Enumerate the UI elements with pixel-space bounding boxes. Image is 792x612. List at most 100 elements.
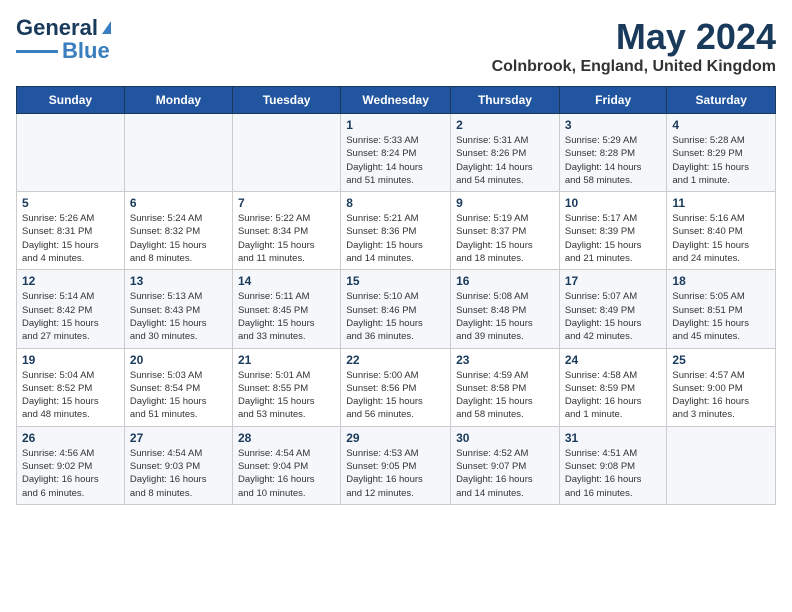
calendar-cell-w4-d3: 21Sunrise: 5:01 AM Sunset: 8:55 PM Dayli… — [232, 348, 340, 426]
day-info-27: Sunrise: 4:54 AM Sunset: 9:03 PM Dayligh… — [130, 447, 227, 500]
calendar-cell-w2-d4: 8 Sunrise: 5:21 AM Sunset: 8:36 PM Daylig… — [341, 192, 451, 270]
calendar-cell-w3-d4: 15 Sunrise: 5:10 AM Sunset: 8:46 PM Dayli… — [341, 270, 451, 348]
calendar-cell-w1-d7: 4Sunrise: 5:28 AM Sunset: 8:29 PM Daylig… — [667, 114, 776, 192]
day-info-16: Sunrise: 5:08 AM Sunset: 8:48 PM Dayligh… — [456, 290, 554, 343]
day-number-22: 22 — [346, 353, 445, 367]
calendar-cell-w4-d2: 20 Sunrise: 5:03 AM Sunset: 8:54 PM Dayli… — [124, 348, 232, 426]
calendar-cell-w4-d7: 25Sunrise: 4:57 AM Sunset: 9:00 PM Dayli… — [667, 348, 776, 426]
day-number-19: 19 — [22, 353, 119, 367]
calendar-table: Sunday Monday Tuesday Wednesday Thursday… — [16, 86, 776, 505]
day-info-12: Sunrise: 5:14 AM Sunset: 8:42 PM Dayligh… — [22, 290, 119, 343]
day-number-9: 9 — [456, 196, 554, 210]
calendar-cell-w5-d5: 30 Sunrise: 4:52 AM Sunset: 9:07 PM Dayli… — [451, 426, 560, 504]
day-info-8: Sunrise: 5:21 AM Sunset: 8:36 PM Dayligh… — [346, 212, 445, 265]
day-number-24: 24 — [565, 353, 662, 367]
day-number-20: 20 — [130, 353, 227, 367]
title-area: May 2024 Colnbrook, England, United King… — [492, 16, 776, 76]
day-number-31: 31 — [565, 431, 662, 445]
calendar-cell-w4-d5: 23 Sunrise: 4:59 AM Sunset: 8:58 PM Dayli… — [451, 348, 560, 426]
header-area: General Blue May 2024 Colnbrook, England… — [16, 16, 776, 76]
calendar-cell-w5-d1: 26Sunrise: 4:56 AM Sunset: 9:02 PM Dayli… — [17, 426, 125, 504]
week-row-2: 5 Sunrise: 5:26 AM Sunset: 8:31 PM Daylig… — [17, 192, 776, 270]
calendar-cell-w1-d5: 2 Sunrise: 5:31 AM Sunset: 8:26 PM Daylig… — [451, 114, 560, 192]
day-number-11: 11 — [672, 196, 770, 210]
calendar-cell-w4-d1: 19 Sunrise: 5:04 AM Sunset: 8:52 PM Dayli… — [17, 348, 125, 426]
calendar-cell-w4-d4: 22 Sunrise: 5:00 AM Sunset: 8:56 PM Dayli… — [341, 348, 451, 426]
day-info-22: Sunrise: 5:00 AM Sunset: 8:56 PM Dayligh… — [346, 369, 445, 422]
logo-blue: Blue — [62, 38, 110, 64]
day-info-30: Sunrise: 4:52 AM Sunset: 9:07 PM Dayligh… — [456, 447, 554, 500]
header-sunday: Sunday — [17, 87, 125, 114]
week-row-1: 1Sunrise: 5:33 AM Sunset: 8:24 PM Daylig… — [17, 114, 776, 192]
calendar-cell-w3-d1: 12 Sunrise: 5:14 AM Sunset: 8:42 PM Dayli… — [17, 270, 125, 348]
calendar-cell-w2-d6: 10 Sunrise: 5:17 AM Sunset: 8:39 PM Dayli… — [559, 192, 667, 270]
calendar-cell-w3-d2: 13Sunrise: 5:13 AM Sunset: 8:43 PM Dayli… — [124, 270, 232, 348]
calendar-cell-w3-d6: 17Sunrise: 5:07 AM Sunset: 8:49 PM Dayli… — [559, 270, 667, 348]
day-info-19: Sunrise: 5:04 AM Sunset: 8:52 PM Dayligh… — [22, 369, 119, 422]
day-info-10: Sunrise: 5:17 AM Sunset: 8:39 PM Dayligh… — [565, 212, 662, 265]
calendar-cell-w2-d5: 9 Sunrise: 5:19 AM Sunset: 8:37 PM Daylig… — [451, 192, 560, 270]
calendar-cell-w1-d3 — [232, 114, 340, 192]
calendar-cell-w4-d6: 24Sunrise: 4:58 AM Sunset: 8:59 PM Dayli… — [559, 348, 667, 426]
day-info-2: Sunrise: 5:31 AM Sunset: 8:26 PM Dayligh… — [456, 134, 554, 187]
header-saturday: Saturday — [667, 87, 776, 114]
day-number-26: 26 — [22, 431, 119, 445]
header-tuesday: Tuesday — [232, 87, 340, 114]
day-number-5: 5 — [22, 196, 119, 210]
day-info-5: Sunrise: 5:26 AM Sunset: 8:31 PM Dayligh… — [22, 212, 119, 265]
header-wednesday: Wednesday — [341, 87, 451, 114]
day-number-10: 10 — [565, 196, 662, 210]
header-friday: Friday — [559, 87, 667, 114]
calendar-cell-w1-d1 — [17, 114, 125, 192]
day-info-29: Sunrise: 4:53 AM Sunset: 9:05 PM Dayligh… — [346, 447, 445, 500]
day-info-14: Sunrise: 5:11 AM Sunset: 8:45 PM Dayligh… — [238, 290, 335, 343]
day-number-25: 25 — [672, 353, 770, 367]
logo-general: General — [16, 15, 98, 40]
day-number-7: 7 — [238, 196, 335, 210]
calendar-cell-w2-d7: 11 Sunrise: 5:16 AM Sunset: 8:40 PM Dayli… — [667, 192, 776, 270]
day-number-16: 16 — [456, 274, 554, 288]
day-number-17: 17 — [565, 274, 662, 288]
calendar-cell-w1-d6: 3 Sunrise: 5:29 AM Sunset: 8:28 PM Daylig… — [559, 114, 667, 192]
day-number-27: 27 — [130, 431, 227, 445]
day-number-3: 3 — [565, 118, 662, 132]
day-info-23: Sunrise: 4:59 AM Sunset: 8:58 PM Dayligh… — [456, 369, 554, 422]
calendar-cell-w2-d3: 7 Sunrise: 5:22 AM Sunset: 8:34 PM Daylig… — [232, 192, 340, 270]
day-number-1: 1 — [346, 118, 445, 132]
calendar-cell-w1-d4: 1Sunrise: 5:33 AM Sunset: 8:24 PM Daylig… — [341, 114, 451, 192]
day-number-12: 12 — [22, 274, 119, 288]
week-row-4: 19 Sunrise: 5:04 AM Sunset: 8:52 PM Dayli… — [17, 348, 776, 426]
day-number-23: 23 — [456, 353, 554, 367]
day-number-21: 21 — [238, 353, 335, 367]
header-monday: Monday — [124, 87, 232, 114]
day-info-3: Sunrise: 5:29 AM Sunset: 8:28 PM Dayligh… — [565, 134, 662, 187]
weekday-header-row: Sunday Monday Tuesday Wednesday Thursday… — [17, 87, 776, 114]
day-info-15: Sunrise: 5:10 AM Sunset: 8:46 PM Dayligh… — [346, 290, 445, 343]
day-number-6: 6 — [130, 196, 227, 210]
week-row-5: 26Sunrise: 4:56 AM Sunset: 9:02 PM Dayli… — [17, 426, 776, 504]
calendar-cell-w3-d5: 16 Sunrise: 5:08 AM Sunset: 8:48 PM Dayli… — [451, 270, 560, 348]
day-number-2: 2 — [456, 118, 554, 132]
day-info-18: Sunrise: 5:05 AM Sunset: 8:51 PM Dayligh… — [672, 290, 770, 343]
day-info-7: Sunrise: 5:22 AM Sunset: 8:34 PM Dayligh… — [238, 212, 335, 265]
calendar-cell-w2-d2: 6 Sunrise: 5:24 AM Sunset: 8:32 PM Daylig… — [124, 192, 232, 270]
calendar-cell-w5-d4: 29Sunrise: 4:53 AM Sunset: 9:05 PM Dayli… — [341, 426, 451, 504]
calendar-cell-w3-d3: 14 Sunrise: 5:11 AM Sunset: 8:45 PM Dayli… — [232, 270, 340, 348]
day-info-20: Sunrise: 5:03 AM Sunset: 8:54 PM Dayligh… — [130, 369, 227, 422]
logo: General Blue — [16, 16, 111, 64]
day-info-6: Sunrise: 5:24 AM Sunset: 8:32 PM Dayligh… — [130, 212, 227, 265]
calendar-cell-w5-d6: 31Sunrise: 4:51 AM Sunset: 9:08 PM Dayli… — [559, 426, 667, 504]
month-title: May 2024 — [492, 16, 776, 58]
location-title: Colnbrook, England, United Kingdom — [492, 58, 776, 76]
calendar-cell-w2-d1: 5 Sunrise: 5:26 AM Sunset: 8:31 PM Daylig… — [17, 192, 125, 270]
day-number-8: 8 — [346, 196, 445, 210]
day-info-4: Sunrise: 5:28 AM Sunset: 8:29 PM Dayligh… — [672, 134, 770, 187]
day-number-15: 15 — [346, 274, 445, 288]
day-number-14: 14 — [238, 274, 335, 288]
calendar-cell-w5-d2: 27 Sunrise: 4:54 AM Sunset: 9:03 PM Dayli… — [124, 426, 232, 504]
calendar-cell-w5-d3: 28Sunrise: 4:54 AM Sunset: 9:04 PM Dayli… — [232, 426, 340, 504]
day-number-30: 30 — [456, 431, 554, 445]
day-info-9: Sunrise: 5:19 AM Sunset: 8:37 PM Dayligh… — [456, 212, 554, 265]
calendar-cell-w1-d2 — [124, 114, 232, 192]
day-info-11: Sunrise: 5:16 AM Sunset: 8:40 PM Dayligh… — [672, 212, 770, 265]
